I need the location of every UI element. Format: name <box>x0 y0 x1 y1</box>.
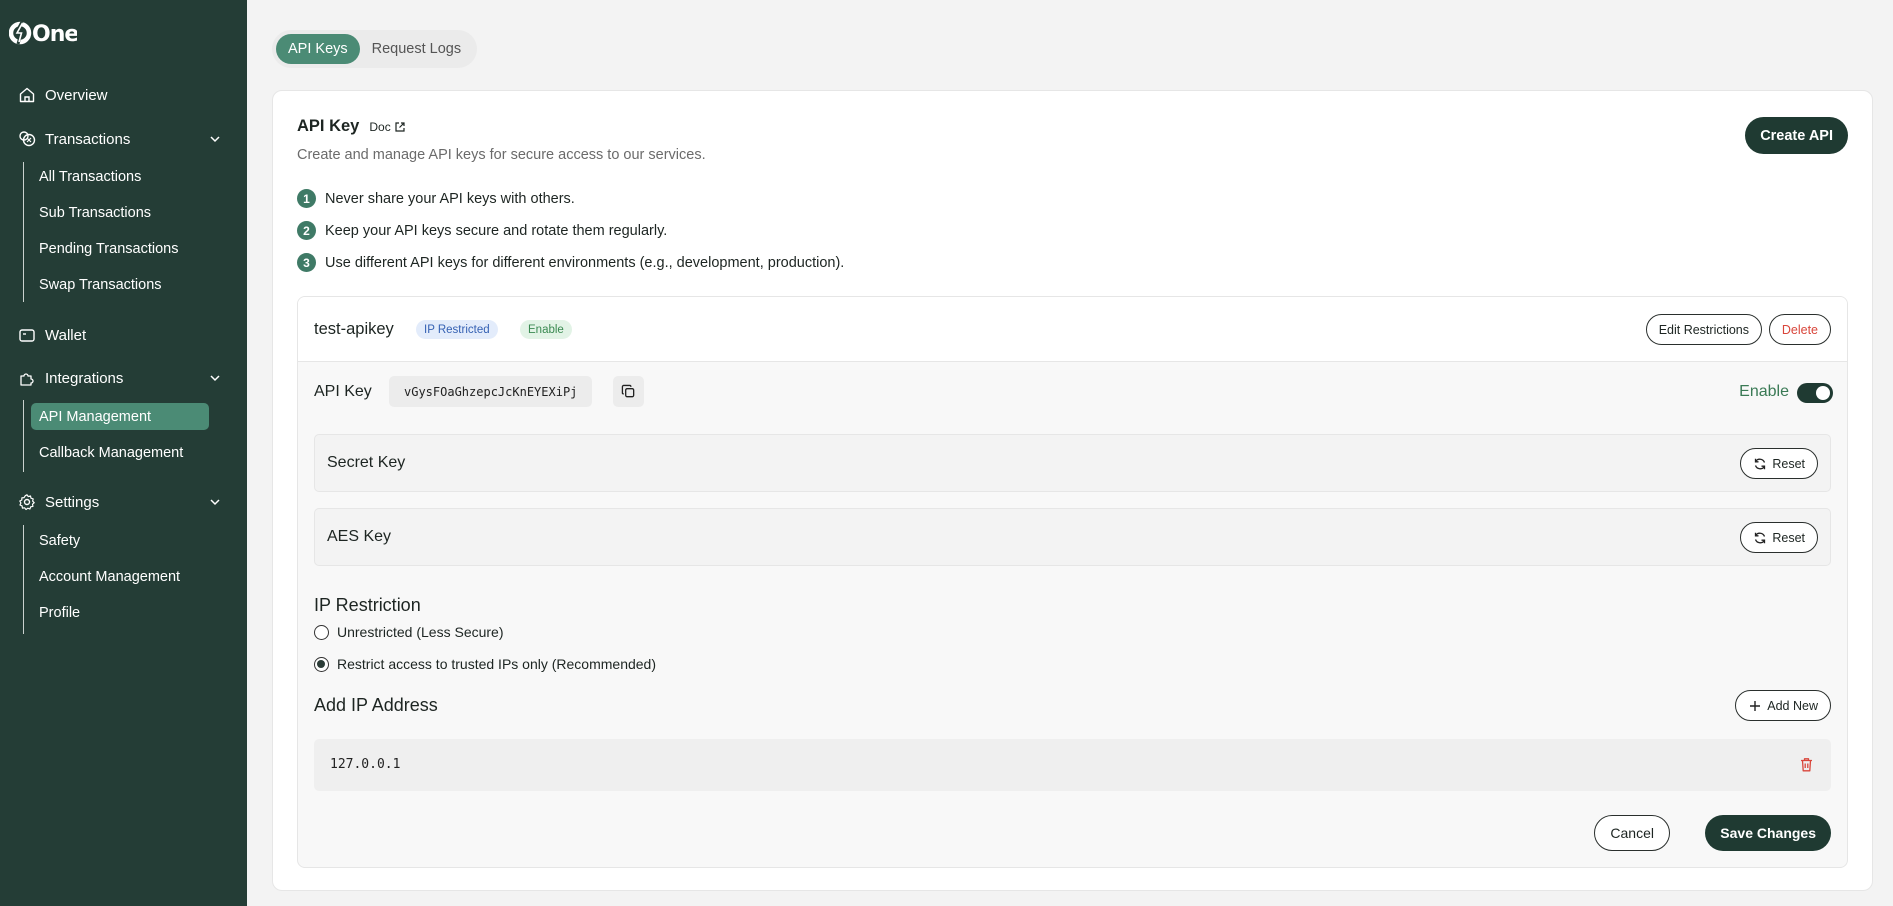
api-key-item: test-apikey IP Restricted Enable Edit Re… <box>297 296 1848 868</box>
api-key-name: test-apikey <box>314 320 394 338</box>
sidebar-item-label: Wallet <box>45 326 87 344</box>
sidebar-item-callback-management[interactable]: Callback Management <box>39 442 183 464</box>
page-title: API Key <box>297 117 360 135</box>
sidebar-item-account-management[interactable]: Account Management <box>39 566 180 588</box>
reset-label: Reset <box>1772 456 1805 471</box>
plus-icon <box>1750 700 1761 711</box>
tab-api-keys[interactable]: API Keys <box>276 34 360 64</box>
copy-icon <box>621 384 635 398</box>
enable-label: Enable <box>1739 383 1789 400</box>
delete-button[interactable]: Delete <box>1768 314 1831 345</box>
radio-button[interactable] <box>314 656 329 672</box>
external-link-icon <box>395 122 405 132</box>
sidebar-item-integrations[interactable]: Integrations <box>18 366 123 390</box>
sidebar-item-settings[interactable]: Settings <box>18 490 99 514</box>
tip-number: 1 <box>297 189 316 208</box>
sidebar-item-pending-transactions[interactable]: Pending Transactions <box>39 238 178 260</box>
radio-button[interactable] <box>314 624 329 640</box>
save-changes-button[interactable]: Save Changes <box>1705 815 1831 851</box>
tab-request-logs[interactable]: Request Logs <box>360 34 473 64</box>
radio-label: Restrict access to trusted IPs only (Rec… <box>337 656 657 672</box>
aes-key-panel: AES Key Reset <box>314 508 1831 566</box>
api-key-value: vGysFOaGhzepcJcKnEYEXiPj <box>389 376 593 407</box>
sidebar-item-label: Settings <box>45 493 100 511</box>
reset-aes-key-button[interactable]: Reset <box>1740 522 1818 553</box>
sidebar: One Overview Transactions All Transactio… <box>0 0 247 906</box>
group-line <box>23 162 24 302</box>
api-key-label: API Key <box>314 383 372 400</box>
refresh-icon <box>1755 458 1766 469</box>
sidebar-item-overview[interactable]: Overview <box>18 83 108 107</box>
secret-key-panel: Secret Key Reset <box>314 434 1831 492</box>
sidebar-item-sub-transactions[interactable]: Sub Transactions <box>39 202 151 224</box>
radio-restricted[interactable]: Restrict access to trusted IPs only (Rec… <box>314 656 656 672</box>
puzzle-icon <box>18 369 36 387</box>
toggle-knob <box>1816 386 1830 400</box>
ip-address-value: 127.0.0.1 <box>330 757 401 772</box>
reset-label: Reset <box>1772 530 1805 545</box>
logo-text: One <box>32 22 77 47</box>
radio-label: Unrestricted (Less Secure) <box>337 624 504 640</box>
sidebar-item-profile[interactable]: Profile <box>39 602 80 624</box>
tip-number: 2 <box>297 221 316 240</box>
sidebar-item-label: Overview <box>45 86 108 104</box>
ip-restricted-badge: IP Restricted <box>416 320 498 339</box>
chevron-down-icon[interactable] <box>208 132 222 146</box>
tip-item: 1 Never share your API keys with others. <box>297 189 575 208</box>
gear-icon <box>18 493 36 511</box>
tab-bar: API Keys Request Logs <box>272 30 478 68</box>
card-title-row: API Key Doc <box>297 117 406 136</box>
tip-text: Use different API keys for different env… <box>325 254 845 271</box>
enable-toggle[interactable] <box>1797 383 1833 403</box>
sidebar-item-safety[interactable]: Safety <box>39 530 80 552</box>
reset-secret-key-button[interactable]: Reset <box>1740 448 1818 479</box>
status-badge: Enable <box>520 320 572 339</box>
radio-unrestricted[interactable]: Unrestricted (Less Secure) <box>314 624 504 640</box>
page-subtitle: Create and manage API keys for secure ac… <box>297 147 706 163</box>
add-ip-title: Add IP Address <box>314 695 438 715</box>
tip-number: 3 <box>297 253 316 272</box>
sidebar-item-swap-transactions[interactable]: Swap Transactions <box>39 274 162 296</box>
edit-restrictions-button[interactable]: Edit Restrictions <box>1645 314 1762 345</box>
tip-text: Never share your API keys with others. <box>325 190 575 207</box>
doc-link-label: Doc <box>369 120 391 134</box>
ip-restriction-title: IP Restriction <box>314 595 421 615</box>
sidebar-item-all-transactions[interactable]: All Transactions <box>39 166 141 188</box>
tip-item: 2 Keep your API keys secure and rotate t… <box>297 221 667 240</box>
api-key-card: API Key Doc Create and manage API keys f… <box>272 90 1873 891</box>
group-line <box>23 525 24 634</box>
chevron-down-icon[interactable] <box>208 371 222 385</box>
one-logo-icon: One <box>9 21 77 47</box>
coins-icon <box>18 130 36 148</box>
trash-icon[interactable] <box>1798 756 1815 773</box>
doc-link[interactable]: Doc <box>369 120 405 134</box>
chevron-down-icon[interactable] <box>208 495 222 509</box>
tip-text: Keep your API keys secure and rotate the… <box>325 222 668 239</box>
create-api-button[interactable]: Create API <box>1745 117 1848 154</box>
refresh-icon <box>1755 532 1766 543</box>
api-key-header: test-apikey IP Restricted Enable Edit Re… <box>298 297 1847 362</box>
sidebar-item-label: Integrations <box>45 369 124 387</box>
secret-key-label: Secret Key <box>327 454 406 471</box>
copy-button[interactable] <box>613 376 644 407</box>
aes-key-label: AES Key <box>327 528 392 545</box>
sidebar-item-wallet[interactable]: Wallet <box>18 323 86 347</box>
home-icon <box>18 86 36 104</box>
tip-item: 3 Use different API keys for different e… <box>297 253 844 272</box>
cancel-button[interactable]: Cancel <box>1594 815 1670 851</box>
sidebar-item-label: Transactions <box>45 130 131 148</box>
sidebar-item-api-management[interactable]: API Management <box>31 403 209 430</box>
ip-address-row: 127.0.0.1 <box>314 739 1831 791</box>
group-line <box>23 400 24 472</box>
wallet-icon <box>18 326 36 344</box>
add-new-label: Add New <box>1767 698 1818 713</box>
brand-logo[interactable]: One <box>9 18 77 48</box>
add-new-ip-button[interactable]: Add New <box>1735 690 1831 721</box>
sidebar-item-transactions[interactable]: Transactions <box>18 127 130 151</box>
